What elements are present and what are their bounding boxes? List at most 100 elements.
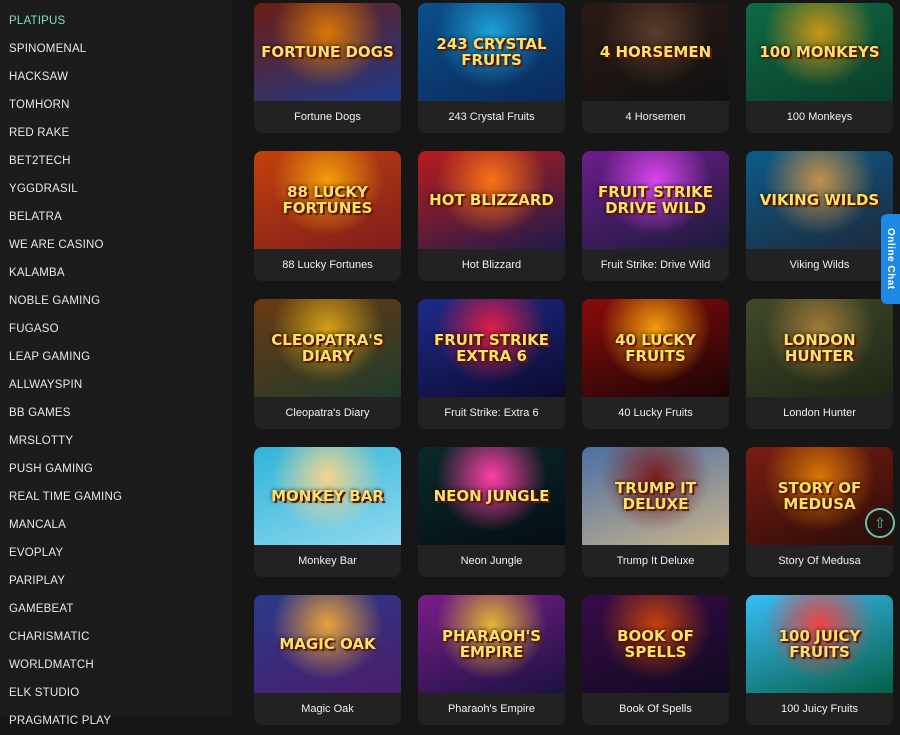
provider-item[interactable]: CHARISMATIC — [0, 623, 232, 651]
game-thumbnail[interactable]: 243 CRYSTAL FRUITS — [418, 3, 565, 101]
provider-item[interactable]: BET2TECH — [0, 147, 232, 175]
game-logo: VIKING WILDS — [759, 191, 880, 209]
game-thumbnail[interactable]: FORTUNE DOGS — [254, 3, 401, 101]
game-thumbnail[interactable]: 4 HORSEMEN — [582, 3, 729, 101]
game-thumbnail[interactable]: VIKING WILDS — [746, 151, 893, 249]
game-card[interactable]: VIKING WILDS Viking Wilds — [746, 151, 893, 281]
game-thumbnail[interactable]: MAGIC OAK — [254, 595, 401, 693]
game-title: Fruit Strike: Drive Wild — [600, 259, 711, 271]
game-thumbnail[interactable]: NEON JUNGLE — [418, 447, 565, 545]
provider-item[interactable]: LEAP GAMING — [0, 343, 232, 371]
provider-item[interactable]: YGGDRASIL — [0, 175, 232, 203]
game-card[interactable]: 243 CRYSTAL FRUITS 243 Crystal Fruits — [418, 3, 565, 133]
game-thumbnail[interactable]: HOT BLIZZARD — [418, 151, 565, 249]
game-card[interactable]: 4 HORSEMEN 4 Horsemen — [582, 3, 729, 133]
online-chat-label: Online Chat — [885, 228, 896, 290]
provider-item[interactable]: EVOPLAY — [0, 539, 232, 567]
game-card[interactable]: LONDON HUNTER London Hunter — [746, 299, 893, 429]
game-logo: FRUIT STRIKE DRIVE WILD — [597, 183, 714, 217]
game-card[interactable]: FRUIT STRIKE DRIVE WILD Fruit Strike: Dri… — [582, 151, 729, 281]
game-logo: 243 CRYSTAL FRUITS — [436, 35, 547, 69]
provider-item[interactable]: PRAGMATIC PLAY — [0, 707, 232, 735]
game-title: Hot Blizzard — [461, 259, 522, 271]
game-title: Story Of Medusa — [778, 555, 861, 567]
game-thumbnail[interactable]: 100 MONKEYS — [746, 3, 893, 101]
game-logo: LONDON HUNTER — [783, 331, 856, 365]
provider-item[interactable]: FUGASO — [0, 315, 232, 343]
game-thumbnail[interactable]: 100 JUICY FRUITS — [746, 595, 893, 693]
arrow-up-icon: ⇧ — [874, 514, 886, 531]
game-card[interactable]: MAGIC OAK Magic Oak — [254, 595, 401, 725]
game-thumbnail[interactable]: FRUIT STRIKE DRIVE WILD — [582, 151, 729, 249]
game-title: 88 Lucky Fortunes — [282, 259, 373, 271]
provider-item[interactable]: REAL TIME GAMING — [0, 483, 232, 511]
provider-item[interactable]: PUSH GAMING — [0, 455, 232, 483]
game-card[interactable]: CLEOPATRA'S DIARY Cleopatra's Diary — [254, 299, 401, 429]
provider-item[interactable]: RED RAKE — [0, 119, 232, 147]
provider-item[interactable]: PLATIPUS — [0, 7, 232, 35]
game-title: Cleopatra's Diary — [285, 407, 370, 419]
game-title: Trump It Deluxe — [616, 555, 695, 567]
provider-item[interactable]: SPINOMENAL — [0, 35, 232, 63]
provider-item[interactable]: GAMEBEAT — [0, 595, 232, 623]
game-title: Monkey Bar — [298, 555, 357, 567]
game-thumbnail[interactable]: BOOK OF SPELLS — [582, 595, 729, 693]
game-thumbnail[interactable]: TRUMP IT DELUXE — [582, 447, 729, 545]
game-thumbnail[interactable]: PHARAOH'S EMPIRE — [418, 595, 565, 693]
game-title: 40 Lucky Fruits — [618, 407, 693, 419]
game-card[interactable]: FRUIT STRIKE EXTRA 6 Fruit Strike: Extra … — [418, 299, 565, 429]
scroll-up-button[interactable]: ⇧ — [865, 508, 895, 538]
provider-item[interactable]: MRSLOTTY — [0, 427, 232, 455]
game-card[interactable]: HOT BLIZZARD Hot Blizzard — [418, 151, 565, 281]
game-card[interactable]: 100 MONKEYS 100 Monkeys — [746, 3, 893, 133]
game-title: Fruit Strike: Extra 6 — [444, 407, 539, 419]
game-logo: FORTUNE DOGS — [261, 43, 394, 61]
game-logo: 100 JUICY FRUITS — [778, 627, 861, 661]
game-card[interactable]: NEON JUNGLE Neon Jungle — [418, 447, 565, 577]
game-thumbnail[interactable]: LONDON HUNTER — [746, 299, 893, 397]
provider-sidebar: PLATIPUS SPINOMENAL HACKSAW TOMHORN RED RAKE… — [0, 0, 232, 727]
provider-item[interactable]: PARIPLAY — [0, 567, 232, 595]
game-card[interactable]: 88 LUCKY FORTUNES 88 Lucky Fortunes — [254, 151, 401, 281]
provider-item[interactable]: WORLDMATCH — [0, 651, 232, 679]
game-thumbnail[interactable]: 40 LUCKY FRUITS — [582, 299, 729, 397]
game-logo: 40 LUCKY FRUITS — [615, 331, 696, 365]
game-logo: HOT BLIZZARD — [429, 191, 554, 209]
provider-item[interactable]: ALLWAYSPIN — [0, 371, 232, 399]
provider-item[interactable]: HACKSAW — [0, 63, 232, 91]
game-title: Viking Wilds — [789, 259, 850, 271]
provider-item[interactable]: ELK STUDIO — [0, 679, 232, 707]
game-logo: STORY OF MEDUSA — [777, 479, 862, 513]
game-title: London Hunter — [783, 407, 856, 419]
provider-item[interactable]: KALAMBA — [0, 259, 232, 287]
game-logo: PHARAOH'S EMPIRE — [441, 627, 542, 661]
provider-item[interactable]: NOBLE GAMING — [0, 287, 232, 315]
game-logo: 100 MONKEYS — [759, 43, 880, 61]
game-title: Pharaoh's Empire — [447, 703, 536, 715]
game-thumbnail[interactable]: FRUIT STRIKE EXTRA 6 — [418, 299, 565, 397]
game-title: Neon Jungle — [460, 555, 523, 567]
game-card[interactable]: TRUMP IT DELUXE Trump It Deluxe — [582, 447, 729, 577]
game-thumbnail[interactable]: CLEOPATRA'S DIARY — [254, 299, 401, 397]
game-logo: BOOK OF SPELLS — [617, 627, 694, 661]
provider-item[interactable]: MANCALA — [0, 511, 232, 539]
game-logo: FRUIT STRIKE EXTRA 6 — [433, 331, 550, 365]
provider-item[interactable]: TOMHORN — [0, 91, 232, 119]
provider-item[interactable]: WE ARE CASINO — [0, 231, 232, 259]
online-chat-tab[interactable]: Online Chat — [881, 214, 900, 304]
game-card[interactable]: FORTUNE DOGS Fortune Dogs — [254, 3, 401, 133]
game-card[interactable]: MONKEY BAR Monkey Bar — [254, 447, 401, 577]
game-card[interactable]: 40 LUCKY FRUITS 40 Lucky Fruits — [582, 299, 729, 429]
game-title: 100 Monkeys — [786, 111, 853, 123]
game-card[interactable]: PHARAOH'S EMPIRE Pharaoh's Empire — [418, 595, 565, 725]
provider-item[interactable]: BELATRA — [0, 203, 232, 231]
game-thumbnail[interactable]: MONKEY BAR — [254, 447, 401, 545]
game-card[interactable]: BOOK OF SPELLS Book Of Spells — [582, 595, 729, 725]
game-logo: MONKEY BAR — [271, 487, 384, 505]
game-logo: NEON JUNGLE — [433, 487, 550, 505]
provider-item[interactable]: BB GAMES — [0, 399, 232, 427]
game-logo: 4 HORSEMEN — [599, 43, 712, 61]
game-card[interactable]: 100 JUICY FRUITS 100 Juicy Fruits — [746, 595, 893, 725]
game-title: Fortune Dogs — [294, 111, 361, 123]
game-thumbnail[interactable]: 88 LUCKY FORTUNES — [254, 151, 401, 249]
